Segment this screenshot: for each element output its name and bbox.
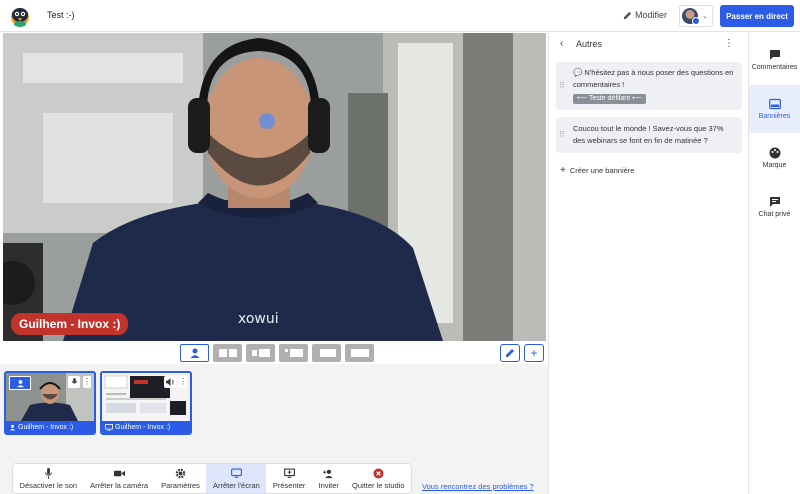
panel-title: Autres bbox=[576, 39, 603, 49]
svg-text:xowui: xowui bbox=[238, 311, 279, 327]
back-chevron-icon[interactable]: ‹ bbox=[560, 38, 563, 49]
layout-full-screen-button[interactable] bbox=[345, 344, 374, 362]
banner-item[interactable]: ⠿ 💬 N'hésitez pas à nous poser des quest… bbox=[556, 62, 742, 110]
quit-studio-button[interactable]: Quitter le studio bbox=[345, 464, 411, 493]
source-name: Guilhem - Invox :) bbox=[18, 423, 74, 431]
invite-label: Inviter bbox=[318, 480, 339, 490]
help-link[interactable]: Vous rencontrez des problèmes ? bbox=[422, 482, 534, 491]
rail-comments[interactable]: Commentaires bbox=[749, 36, 800, 84]
rail-label: Chat privé bbox=[758, 211, 791, 218]
comments-icon bbox=[769, 50, 780, 60]
layout-screen-button[interactable] bbox=[312, 344, 341, 362]
pencil-icon bbox=[623, 11, 632, 19]
banner-text: 💬 N'hésitez pas à nous poser des questio… bbox=[573, 68, 734, 89]
quit-icon bbox=[373, 467, 384, 479]
create-banner-label: Créer une bannière bbox=[569, 166, 635, 175]
add-layout-button[interactable]: + bbox=[524, 344, 544, 362]
banner-item[interactable]: ⠿ Coucou tout le monde ! Savez-vous que … bbox=[556, 117, 742, 153]
rail-label: Commentaires bbox=[751, 64, 798, 71]
rail-label: Bannières bbox=[758, 113, 791, 120]
stop-camera-label: Arrêter la caméra bbox=[90, 480, 149, 490]
banners-panel-header: ‹ Autres ⋮ bbox=[558, 38, 744, 52]
studio-title[interactable]: Test :-) bbox=[47, 10, 75, 20]
layout-grid-button[interactable] bbox=[213, 344, 242, 362]
settings-button[interactable]: Paramètres bbox=[155, 464, 207, 493]
rail-brand[interactable]: Marque bbox=[749, 134, 800, 182]
source-card-camera[interactable]: ⋮ Guilhem - Invox :) bbox=[4, 371, 96, 435]
present-icon bbox=[283, 468, 295, 478]
screen-thumbnail: ⋮ bbox=[102, 373, 190, 421]
avatar-badge bbox=[692, 17, 700, 25]
monitor-icon bbox=[105, 423, 113, 431]
rail-private-chat[interactable]: Chat privé bbox=[749, 183, 800, 231]
present-label: Présenter bbox=[272, 480, 306, 490]
stop-screen-button[interactable]: Arrêter l'écran bbox=[206, 464, 267, 493]
layout-screen-left-button[interactable] bbox=[279, 344, 308, 362]
layout-screen-left-icon bbox=[284, 349, 303, 357]
person-icon bbox=[9, 424, 16, 430]
source-label: Guilhem - Invox :) bbox=[6, 421, 94, 433]
two-people-icon bbox=[218, 349, 237, 357]
layout-screen-icon bbox=[319, 349, 336, 357]
banner-text: Coucou tout le monde ! Savez-vous que 37… bbox=[573, 124, 724, 145]
layout-sidebar-button[interactable] bbox=[246, 344, 275, 362]
layout-sidebar-icon bbox=[251, 349, 270, 357]
avatar bbox=[682, 8, 700, 25]
scrolling-text-tag: ⟵ Teste défilant ⟵ bbox=[573, 94, 647, 104]
drag-handle-icon[interactable]: ⠿ bbox=[559, 129, 565, 141]
present-button[interactable]: Présenter bbox=[266, 464, 312, 493]
camera-icon bbox=[113, 470, 125, 476]
layout-solo-button[interactable] bbox=[180, 344, 209, 362]
stop-screen-label: Arrêter l'écran bbox=[212, 480, 260, 490]
create-banner-button[interactable]: + Créer une bannière bbox=[560, 165, 634, 176]
speaker-icon[interactable] bbox=[164, 376, 176, 388]
person-icon bbox=[16, 379, 24, 387]
person-icon bbox=[190, 348, 199, 358]
screen-icon bbox=[230, 468, 242, 478]
pencil-icon bbox=[506, 349, 514, 357]
app-logo-icon bbox=[11, 8, 29, 27]
settings-icon bbox=[175, 468, 186, 478]
drag-handle-icon[interactable]: ⠿ bbox=[559, 80, 565, 92]
chat-icon bbox=[769, 197, 780, 207]
account-menu[interactable]: ⌄ bbox=[679, 5, 713, 27]
plus-icon: + bbox=[560, 165, 566, 176]
source-card-screen[interactable]: ⋮ Guilhem - Invox :) bbox=[100, 371, 192, 435]
more-vertical-icon[interactable]: ⋮ bbox=[724, 38, 734, 49]
source-name: Guilhem - Invox :) bbox=[115, 423, 171, 431]
rail-banners[interactable]: Bannières bbox=[749, 85, 800, 133]
more-vertical-icon[interactable]: ⋮ bbox=[179, 376, 187, 388]
layout-full-icon bbox=[350, 349, 369, 357]
source-label: Guilhem - Invox :) bbox=[102, 421, 190, 433]
edit-label: Modifier bbox=[635, 10, 668, 20]
invite-button[interactable]: Inviter bbox=[312, 464, 346, 493]
camera-thumbnail: ⋮ bbox=[6, 373, 94, 421]
mute-label: Désactiver le son bbox=[19, 480, 78, 490]
presenter-video-image: xowui bbox=[3, 33, 546, 341]
studio-controls: Désactiver le son Arrêter la caméra Para… bbox=[12, 463, 412, 494]
panel-divider bbox=[548, 33, 549, 494]
settings-label: Paramètres bbox=[161, 480, 200, 490]
stage-video[interactable]: xowui Guilhem - Invox :) bbox=[3, 33, 546, 341]
layout-selector bbox=[180, 344, 374, 362]
invite-icon bbox=[323, 469, 333, 478]
more-vertical-icon[interactable]: ⋮ bbox=[83, 376, 91, 388]
edit-button[interactable]: Modifier bbox=[623, 10, 667, 20]
on-stage-indicator bbox=[9, 376, 31, 390]
quit-studio-label: Quitter le studio bbox=[351, 480, 405, 490]
palette-icon bbox=[769, 147, 780, 159]
mic-icon bbox=[44, 467, 52, 479]
mute-button[interactable]: Désactiver le son bbox=[13, 464, 84, 493]
mic-icon[interactable] bbox=[68, 376, 80, 388]
stop-camera-button[interactable]: Arrêter la caméra bbox=[84, 464, 155, 493]
chevron-down-icon: ⌄ bbox=[702, 13, 708, 20]
plus-icon: + bbox=[530, 346, 538, 360]
go-live-button[interactable]: Passer en direct bbox=[720, 5, 794, 27]
edit-layout-button[interactable] bbox=[500, 344, 520, 362]
top-bar: Test :-) Modifier ⌄ Passer en direct bbox=[0, 0, 800, 32]
rail-label: Marque bbox=[762, 162, 787, 169]
banner-icon bbox=[768, 98, 781, 110]
stage-name-plate: Guilhem - Invox :) bbox=[11, 313, 129, 335]
